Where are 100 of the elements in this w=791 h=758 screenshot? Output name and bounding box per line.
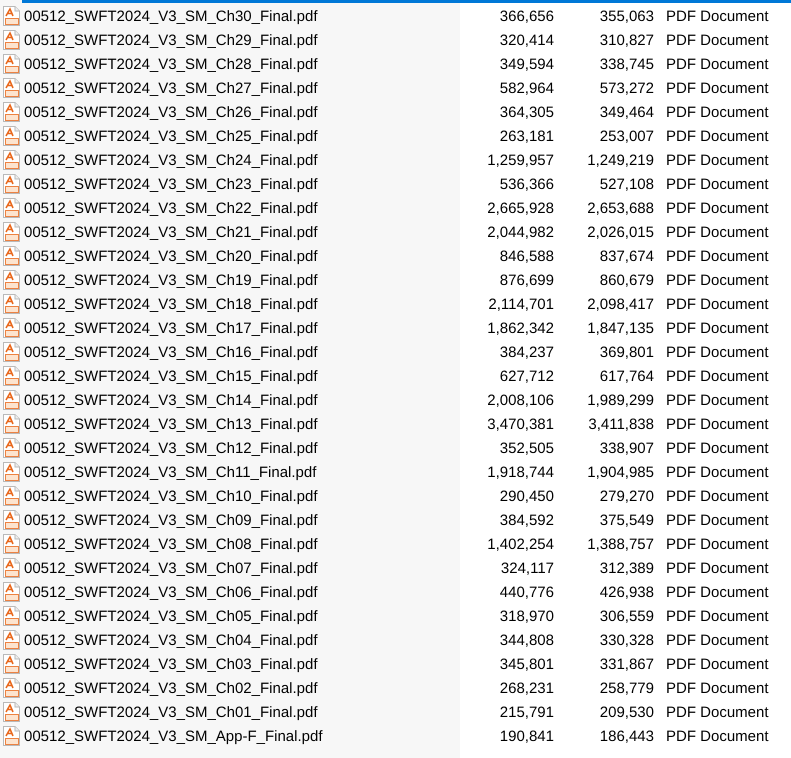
- file-name[interactable]: 00512_SWFT2024_V3_SM_Ch26_Final.pdf: [24, 104, 318, 120]
- file-type: PDF Document: [665, 392, 770, 408]
- file-name[interactable]: 00512_SWFT2024_V3_SM_Ch30_Final.pdf: [24, 8, 318, 24]
- table-cell-text: 2,114,701: [487, 296, 555, 312]
- file-name[interactable]: 00512_SWFT2024_V3_SM_Ch14_Final.pdf: [24, 392, 318, 408]
- file-type: PDF Document: [665, 512, 770, 528]
- file-type: PDF Document: [665, 296, 770, 312]
- pdf-file-icon: [2, 462, 21, 482]
- table-cell-text: 384,237: [498, 344, 555, 360]
- table-cell-text: 253,007: [598, 128, 655, 144]
- table-cell-text: 215,791: [498, 704, 555, 720]
- table-cell-text: 349,464: [598, 104, 655, 120]
- pdf-file-icon: [2, 390, 21, 410]
- file-name[interactable]: 00512_SWFT2024_V3_SM_Ch07_Final.pdf: [24, 560, 318, 576]
- table-cell-text: 338,745: [598, 56, 655, 72]
- table-cell-text: 2,044,982: [486, 224, 555, 240]
- pdf-file-icon: [2, 198, 21, 218]
- table-cell-text: 310,827: [598, 32, 655, 48]
- table-cell-text: 3,411,838: [587, 416, 655, 432]
- file-name[interactable]: 00512_SWFT2024_V3_SM_Ch03_Final.pdf: [24, 656, 318, 672]
- pdf-file-icon: [2, 6, 21, 26]
- file-name[interactable]: 00512_SWFT2024_V3_SM_Ch08_Final.pdf: [24, 536, 318, 552]
- table-cell-text: 2,653,688: [586, 200, 655, 216]
- table-cell-text: 279,270: [598, 488, 655, 504]
- table-cell-text: 536,366: [498, 176, 555, 192]
- pdf-file-icon: [2, 222, 21, 242]
- table-cell-text: 860,679: [598, 272, 655, 288]
- file-name[interactable]: 00512_SWFT2024_V3_SM_Ch18_Final.pdf: [24, 296, 318, 312]
- file-name[interactable]: 00512_SWFT2024_V3_SM_Ch17_Final.pdf: [24, 320, 318, 336]
- file-name[interactable]: 00512_SWFT2024_V3_SM_Ch11_Final.pdf: [24, 464, 316, 480]
- file-name[interactable]: 00512_SWFT2024_V3_SM_Ch28_Final.pdf: [24, 56, 318, 72]
- file-name[interactable]: 00512_SWFT2024_V3_SM_Ch21_Final.pdf: [24, 224, 318, 240]
- table-cell-text: 1,989,299: [586, 392, 655, 408]
- table-cell-text: 306,559: [598, 608, 655, 624]
- table-cell-text: 3,470,381: [486, 416, 555, 432]
- table-cell-text: 186,443: [598, 728, 655, 744]
- table-cell-text: 209,530: [598, 704, 655, 720]
- pdf-file-icon: [2, 414, 21, 434]
- table-cell-text: 366,656: [498, 8, 555, 24]
- file-name[interactable]: 00512_SWFT2024_V3_SM_Ch01_Final.pdf: [24, 704, 318, 720]
- table-cell-text: 331,867: [598, 656, 655, 672]
- file-name[interactable]: 00512_SWFT2024_V3_SM_Ch09_Final.pdf: [24, 512, 318, 528]
- file-name[interactable]: 00512_SWFT2024_V3_SM_Ch24_Final.pdf: [24, 152, 318, 168]
- file-type: PDF Document: [665, 704, 770, 720]
- file-name[interactable]: 00512_SWFT2024_V3_SM_Ch20_Final.pdf: [24, 248, 318, 264]
- file-type: PDF Document: [665, 32, 770, 48]
- file-name[interactable]: 00512_SWFT2024_V3_SM_Ch23_Final.pdf: [24, 176, 318, 192]
- file-name[interactable]: 00512_SWFT2024_V3_SM_Ch13_Final.pdf: [24, 416, 318, 432]
- file-type: PDF Document: [665, 104, 770, 120]
- file-name[interactable]: 00512_SWFT2024_V3_SM_Ch19_Final.pdf: [24, 272, 318, 288]
- pdf-file-icon: [2, 366, 21, 386]
- table-cell-text: 330,328: [598, 632, 655, 648]
- table-cell-text: 426,938: [598, 584, 655, 600]
- file-name[interactable]: 00512_SWFT2024_V3_SM_Ch16_Final.pdf: [24, 344, 318, 360]
- file-name[interactable]: 00512_SWFT2024_V3_SM_Ch12_Final.pdf: [24, 440, 318, 456]
- file-name[interactable]: 00512_SWFT2024_V3_SM_Ch25_Final.pdf: [24, 128, 318, 144]
- table-cell-text: 290,450: [498, 488, 555, 504]
- pdf-file-icon: [2, 558, 21, 578]
- table-cell-text: 2,008,106: [486, 392, 555, 408]
- file-type: PDF Document: [665, 464, 770, 480]
- file-type: PDF Document: [665, 248, 770, 264]
- table-cell-text: 582,964: [498, 80, 555, 96]
- file-name[interactable]: 00512_SWFT2024_V3_SM_Ch05_Final.pdf: [24, 608, 318, 624]
- file-name[interactable]: 00512_SWFT2024_V3_SM_Ch10_Final.pdf: [24, 488, 318, 504]
- pdf-file-icon: [2, 150, 21, 170]
- pdf-file-icon: [2, 294, 21, 314]
- file-type: PDF Document: [665, 128, 770, 144]
- table-cell-text: 1,249,219: [586, 152, 655, 168]
- file-name[interactable]: 00512_SWFT2024_V3_SM_Ch22_Final.pdf: [24, 200, 318, 216]
- pdf-file-icon: [2, 630, 21, 650]
- file-type: PDF Document: [665, 440, 770, 456]
- table-cell-text: 190,841: [498, 728, 555, 744]
- file-name[interactable]: 00512_SWFT2024_V3_SM_Ch27_Final.pdf: [24, 80, 318, 96]
- file-type: PDF Document: [665, 536, 770, 552]
- pdf-file-icon: [2, 654, 21, 674]
- file-name[interactable]: 00512_SWFT2024_V3_SM_Ch29_Final.pdf: [24, 32, 318, 48]
- table-cell-text: 1,388,757: [586, 536, 655, 552]
- table-cell-text: 1,918,744: [486, 464, 555, 480]
- file-name[interactable]: 00512_SWFT2024_V3_SM_Ch02_Final.pdf: [24, 680, 318, 696]
- table-cell-text: 440,776: [498, 584, 555, 600]
- pdf-file-icon: [2, 606, 21, 626]
- pdf-file-icon: [2, 582, 21, 602]
- file-type: PDF Document: [665, 152, 770, 168]
- file-type: PDF Document: [665, 368, 770, 384]
- pdf-file-icon: [2, 510, 21, 530]
- file-name[interactable]: 00512_SWFT2024_V3_SM_App-F_Final.pdf: [24, 728, 323, 744]
- file-type: PDF Document: [665, 200, 770, 216]
- file-name[interactable]: 00512_SWFT2024_V3_SM_Ch04_Final.pdf: [24, 632, 318, 648]
- pdf-file-icon: [2, 174, 21, 194]
- table-cell-text: 318,970: [498, 608, 555, 624]
- file-type: PDF Document: [665, 584, 770, 600]
- table-cell-text: 375,549: [598, 512, 655, 528]
- pdf-file-icon: [2, 726, 21, 746]
- file-type: PDF Document: [665, 320, 770, 336]
- file-type: PDF Document: [665, 632, 770, 648]
- file-name[interactable]: 00512_SWFT2024_V3_SM_Ch15_Final.pdf: [24, 368, 318, 384]
- file-type: PDF Document: [665, 344, 770, 360]
- file-name[interactable]: 00512_SWFT2024_V3_SM_Ch06_Final.pdf: [24, 584, 318, 600]
- file-type: PDF Document: [665, 680, 770, 696]
- table-cell-text: 320,414: [498, 32, 555, 48]
